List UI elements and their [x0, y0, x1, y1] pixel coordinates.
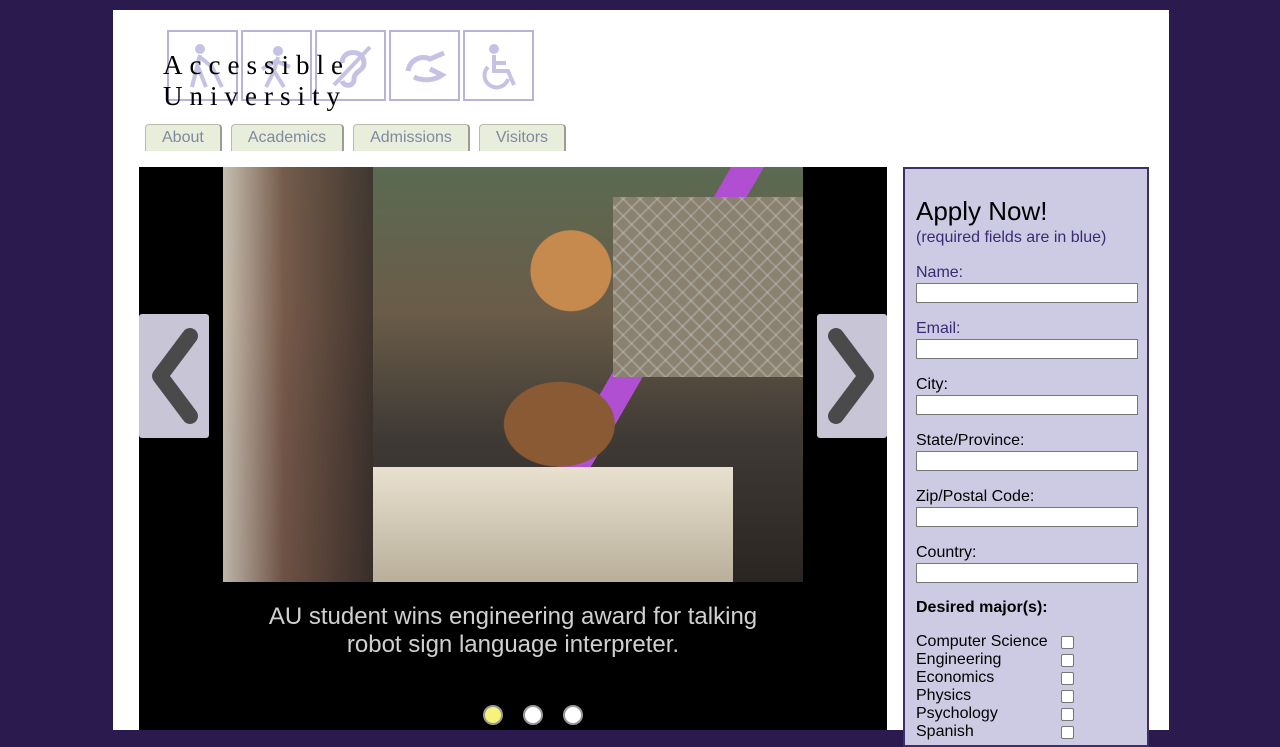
city-input[interactable]: [916, 395, 1138, 415]
major-checkbox-computer-science[interactable]: [1061, 635, 1074, 649]
photo-computer-region: [373, 467, 733, 582]
slide-dot-1[interactable]: [483, 705, 503, 725]
majors-list: Computer Science Engineering Economics P…: [916, 633, 1140, 741]
major-item: Computer Science: [916, 633, 1140, 651]
major-item: Engineering: [916, 651, 1140, 669]
major-label: Psychology: [916, 705, 998, 722]
chevron-right-icon: [828, 328, 874, 424]
country-label: Country:: [916, 544, 977, 561]
major-item: Psychology: [916, 705, 1140, 723]
major-item: Economics: [916, 669, 1140, 687]
state-input[interactable]: [916, 451, 1138, 471]
major-label: Economics: [916, 669, 995, 686]
major-label: Physics: [916, 687, 972, 704]
previous-slide-button[interactable]: [139, 314, 209, 438]
tab-academics[interactable]: Academics: [230, 124, 345, 151]
majors-title: Desired major(s):: [916, 599, 1048, 616]
chevron-left-icon: [152, 328, 198, 424]
name-label: Name:: [916, 264, 964, 281]
email-field-group: Email:: [916, 320, 1140, 359]
major-checkbox-physics[interactable]: [1061, 689, 1074, 703]
slide-indicators: [483, 705, 583, 725]
carousel-caption: AU student wins engineering award for ta…: [268, 603, 758, 658]
country-field-group: Country:: [916, 544, 1140, 583]
next-slide-button[interactable]: [817, 314, 887, 438]
major-checkbox-psychology[interactable]: [1061, 707, 1074, 721]
major-checkbox-spanish[interactable]: [1061, 725, 1074, 739]
apply-form: Apply Now! (required fields are in blue)…: [903, 167, 1149, 747]
major-label: Spanish: [916, 723, 974, 740]
name-input[interactable]: [916, 283, 1138, 303]
tab-about[interactable]: About: [145, 124, 222, 151]
state-label: State/Province:: [916, 432, 1025, 449]
zip-field-group: Zip/Postal Code:: [916, 488, 1140, 527]
city-field-group: City:: [916, 376, 1140, 415]
major-label: Engineering: [916, 651, 1002, 668]
major-label: Computer Science: [916, 633, 1048, 650]
city-label: City:: [916, 376, 948, 393]
required-note: (required fields are in blue): [916, 229, 1107, 246]
country-input[interactable]: [916, 563, 1138, 583]
major-item: Physics: [916, 687, 1140, 705]
email-label: Email:: [916, 320, 961, 337]
site-logo[interactable]: Accessible University: [163, 30, 543, 111]
major-item: Spanish: [916, 723, 1140, 741]
apply-title: Apply Now!: [916, 196, 1048, 226]
main-nav: About Academics Admissions Visitors: [145, 124, 567, 151]
photo-fence-region: [613, 197, 803, 377]
name-field-group: Name:: [916, 264, 1140, 303]
zip-input[interactable]: [916, 507, 1138, 527]
major-checkbox-economics[interactable]: [1061, 671, 1074, 685]
slide-dot-2[interactable]: [523, 705, 543, 725]
email-input[interactable]: [916, 339, 1138, 359]
tab-admissions[interactable]: Admissions: [353, 124, 470, 151]
slide-dot-3[interactable]: [563, 705, 583, 725]
major-checkbox-engineering[interactable]: [1061, 653, 1074, 667]
state-field-group: State/Province:: [916, 432, 1140, 471]
tab-visitors[interactable]: Visitors: [478, 124, 567, 151]
page-container: Accessible University About Academics Ad…: [113, 10, 1169, 747]
logo-text: Accessible University: [163, 50, 350, 111]
photo-crowd-region: [223, 167, 373, 582]
carousel-photo: [223, 167, 803, 582]
zip-label: Zip/Postal Code:: [916, 488, 1035, 505]
news-carousel: AU student wins engineering award for ta…: [139, 167, 887, 730]
